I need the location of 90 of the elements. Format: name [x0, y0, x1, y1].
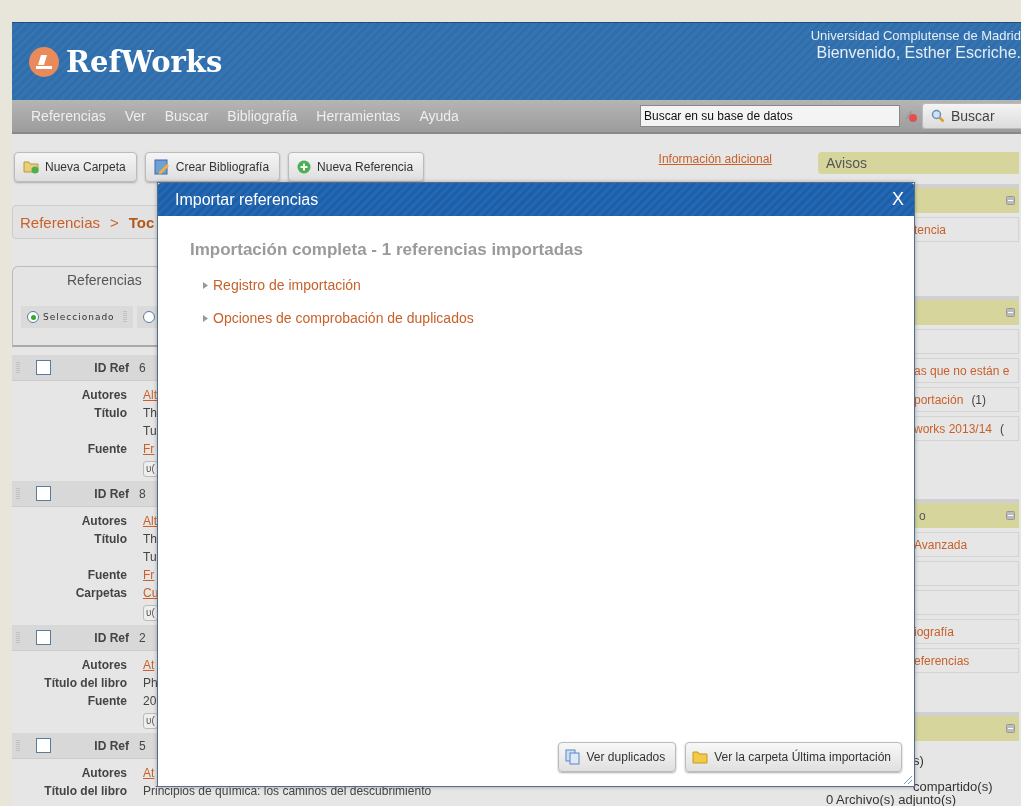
id-value: 5 — [139, 738, 146, 753]
panel-title: o — [919, 508, 926, 523]
checkbox[interactable] — [36, 360, 51, 375]
field-label: Fuente — [86, 441, 127, 457]
collapse-icon[interactable] — [1006, 724, 1015, 733]
import-status: Importación completa - 1 referencias importadas — [190, 240, 584, 260]
copy-icon — [564, 749, 581, 765]
id-label: ID Ref — [93, 360, 129, 375]
menu-item[interactable]: Ayuda — [419, 108, 459, 124]
field-label: Autores — [80, 513, 127, 529]
field-label: Fuente — [86, 693, 127, 709]
breadcrumb-current: Toc — [128, 213, 155, 231]
toolbar-button[interactable]: Nueva Referencia — [288, 152, 425, 182]
collapse-icon[interactable] — [1006, 511, 1015, 521]
plus-circle-icon — [297, 160, 312, 174]
id-label: ID Ref — [93, 486, 129, 501]
radio-icon[interactable] — [27, 311, 39, 323]
field-label: Fuente — [86, 567, 127, 583]
field-value: Th — [143, 405, 158, 421]
id-value: 2 — [139, 630, 146, 645]
institution-name: Universidad Complutense de Madrid — [810, 28, 1021, 43]
folder-add-icon — [23, 160, 39, 174]
sidebar-link[interactable]: Avanzada — [914, 537, 968, 552]
sidebar-text: compartido(s) — [913, 780, 994, 793]
field-label: Carpetas — [74, 585, 127, 601]
toolbar-button[interactable]: Nueva Carpeta — [14, 152, 137, 182]
field-label: Autores — [80, 387, 127, 403]
dialog-button[interactable]: Ver duplicados — [557, 742, 677, 772]
logo-icon — [28, 45, 60, 78]
sidebar-link[interactable]: portación — [914, 392, 964, 407]
checkbox[interactable] — [36, 630, 51, 645]
search-button[interactable]: Buscar — [922, 103, 1021, 129]
output-tag[interactable]: υ( — [143, 461, 158, 477]
output-tag[interactable]: υ( — [143, 605, 158, 621]
field-label: Autores — [80, 765, 127, 781]
close-button[interactable]: X — [892, 189, 904, 210]
collapse-icon[interactable] — [1006, 308, 1015, 318]
checkbox[interactable] — [36, 486, 51, 501]
welcome-text: Bienvenido, Esther Escriche. — [816, 44, 1021, 62]
document-pencil-icon — [153, 159, 170, 175]
checkbox[interactable] — [36, 738, 51, 753]
sidebar-link[interactable]: eferencias — [914, 653, 970, 668]
collapse-icon[interactable] — [1006, 196, 1015, 205]
expand-link[interactable]: Opciones de comprobación de duplicados — [202, 310, 474, 326]
breadcrumb-link[interactable]: Referencias — [20, 213, 101, 231]
info-link[interactable]: Información adicional — [658, 152, 772, 166]
clear-icon[interactable] — [904, 109, 918, 123]
notices-header: Avisos — [818, 152, 1019, 174]
item-count: (1) — [971, 392, 987, 407]
sidebar-text: 0 Archivo(s) adjunto(s) — [825, 793, 957, 806]
expand-link[interactable]: Registro de importación — [202, 277, 361, 293]
field-label: Título del libro — [43, 783, 127, 799]
item-count: ( — [1000, 421, 1005, 436]
sidebar-link[interactable]: as que no están e — [914, 363, 1010, 378]
field-value: Th — [143, 531, 158, 547]
field-value: Tu — [143, 549, 158, 565]
menu-item[interactable]: Referencias — [31, 108, 106, 124]
id-value: 8 — [139, 486, 146, 501]
menu-item[interactable]: Herramientas — [316, 108, 401, 124]
field-label: Título del libro — [43, 675, 127, 691]
field-value: Ph — [143, 675, 159, 691]
menu-item[interactable]: Ver — [124, 108, 146, 124]
search-icon — [931, 109, 945, 123]
dialog-title: Importar referencias — [175, 190, 319, 209]
field-value: Principios de química: los caminos del descubrimiento — [143, 783, 433, 799]
sidebar-link[interactable]: iografía — [914, 624, 955, 639]
toolbar-button[interactable]: Crear Bibliografía — [144, 152, 281, 182]
resize-grip-icon[interactable] — [901, 773, 913, 785]
search-field[interactable]: Buscar en su base de datos — [640, 105, 900, 127]
sidebar-link[interactable]: works 2013/14 — [914, 421, 993, 436]
radio-label: Seleccionado — [43, 312, 115, 322]
folder-icon — [692, 750, 709, 764]
radio-icon[interactable] — [142, 311, 155, 323]
drag-handle-icon[interactable] — [122, 310, 127, 324]
radio-option[interactable]: Seleccionado — [21, 306, 133, 328]
id-label: ID Ref — [93, 738, 129, 753]
id-value: 6 — [139, 360, 146, 375]
logo-text: RefWorks — [66, 44, 223, 79]
output-tag[interactable]: υ( — [143, 713, 158, 729]
breadcrumb-separator: > — [110, 213, 119, 231]
field-value: 20 — [143, 693, 158, 709]
field-label: Título — [93, 405, 127, 422]
field-label: Autores — [80, 657, 127, 673]
menu-item[interactable]: Buscar — [164, 108, 209, 124]
menu-item[interactable]: Bibliografía — [227, 108, 298, 124]
field-value: Tu — [143, 423, 158, 439]
dialog-button[interactable]: Ver la carpeta Última importación — [685, 742, 902, 772]
sidebar-link[interactable]: tencia — [914, 222, 947, 237]
id-label: ID Ref — [93, 630, 129, 645]
field-label: Título — [93, 531, 127, 548]
